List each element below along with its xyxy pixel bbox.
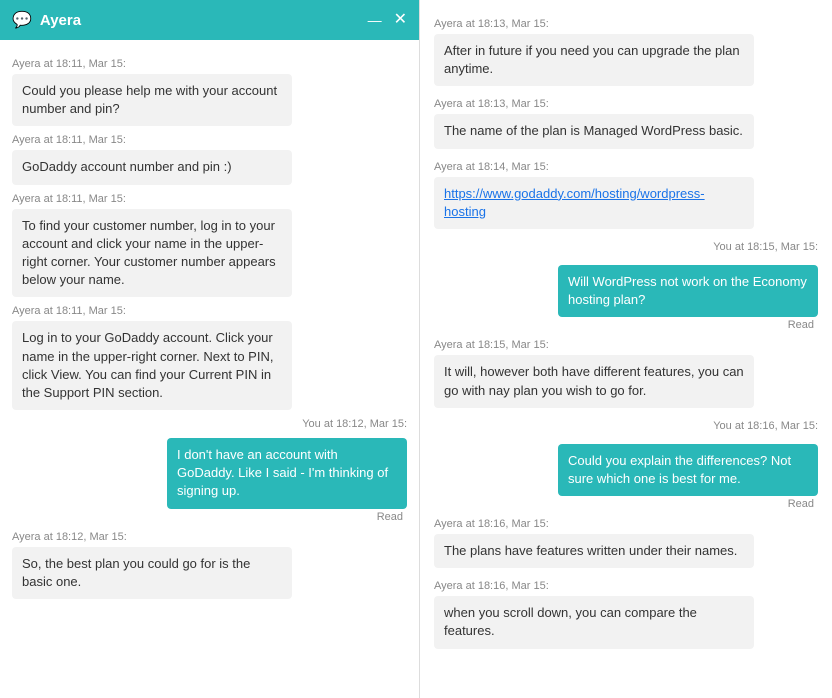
message-timestamp-right: You at 18:12, Mar 15: (12, 418, 407, 430)
left-chat-panel: 💬 Ayera — ✕ Ayera at 18:11, Mar 15: Could… (0, 0, 420, 698)
message-timestamp-right: You at 18:16, Mar 15: (434, 420, 818, 432)
header-controls: — ✕ (368, 12, 407, 28)
message-timestamp: Ayera at 18:13, Mar 15: (434, 18, 818, 30)
message-timestamp: Ayera at 18:16, Mar 15: (434, 580, 818, 592)
agent-message-bubble: It will, however both have different fea… (434, 355, 754, 407)
chat-link[interactable]: https://www.godaddy.com/hosting/wordpres… (444, 186, 705, 219)
message-timestamp: Ayera at 18:11, Mar 15: (12, 58, 407, 70)
agent-message-bubble: After in future if you need you can upgr… (434, 34, 754, 86)
agent-link-bubble: https://www.godaddy.com/hosting/wordpres… (434, 177, 754, 229)
user-message-bubble: I don't have an account with GoDaddy. Li… (167, 438, 407, 509)
read-label: Read (377, 511, 403, 523)
user-message-row: I don't have an account with GoDaddy. Li… (12, 438, 407, 523)
agent-message-bubble: Could you please help me with your accou… (12, 74, 292, 126)
agent-message-bubble: The plans have features written under th… (434, 534, 754, 568)
right-chat-panel: Ayera at 18:13, Mar 15: After in future i… (420, 0, 832, 698)
agent-message-bubble: To find your customer number, log in to … (12, 209, 292, 298)
user-message-bubble: Could you explain the differences? Not s… (558, 444, 818, 496)
agent-message-bubble: when you scroll down, you can compare th… (434, 596, 754, 648)
read-label: Read (788, 319, 814, 331)
message-timestamp: Ayera at 18:14, Mar 15: (434, 161, 818, 173)
agent-message-bubble: So, the best plan you could go for is th… (12, 547, 292, 599)
agent-message-bubble: Log in to your GoDaddy account. Click yo… (12, 321, 292, 410)
message-timestamp: Ayera at 18:11, Mar 15: (12, 305, 407, 317)
message-timestamp: Ayera at 18:12, Mar 15: (12, 531, 407, 543)
message-timestamp: Ayera at 18:16, Mar 15: (434, 518, 818, 530)
agent-message-bubble: GoDaddy account number and pin :) (12, 150, 292, 184)
minimize-button[interactable]: — (368, 13, 382, 27)
chat-header: 💬 Ayera — ✕ (0, 0, 419, 40)
message-timestamp-right: You at 18:15, Mar 15: (434, 241, 818, 253)
user-message-row: Could you explain the differences? Not s… (434, 444, 818, 510)
left-messages-area: Ayera at 18:11, Mar 15: Could you please … (0, 40, 419, 698)
chat-icon: 💬 (12, 10, 32, 30)
agent-message-bubble: The name of the plan is Managed WordPres… (434, 114, 754, 148)
message-timestamp: Ayera at 18:15, Mar 15: (434, 339, 818, 351)
user-message-bubble: Will WordPress not work on the Economy h… (558, 265, 818, 317)
message-timestamp: Ayera at 18:11, Mar 15: (12, 134, 407, 146)
message-timestamp: Ayera at 18:11, Mar 15: (12, 193, 407, 205)
chat-header-left: 💬 Ayera (12, 10, 81, 30)
read-label: Read (788, 498, 814, 510)
chat-title: Ayera (40, 12, 81, 29)
close-button[interactable]: ✕ (394, 12, 407, 28)
user-message-row: Will WordPress not work on the Economy h… (434, 265, 818, 331)
message-timestamp: Ayera at 18:13, Mar 15: (434, 98, 818, 110)
